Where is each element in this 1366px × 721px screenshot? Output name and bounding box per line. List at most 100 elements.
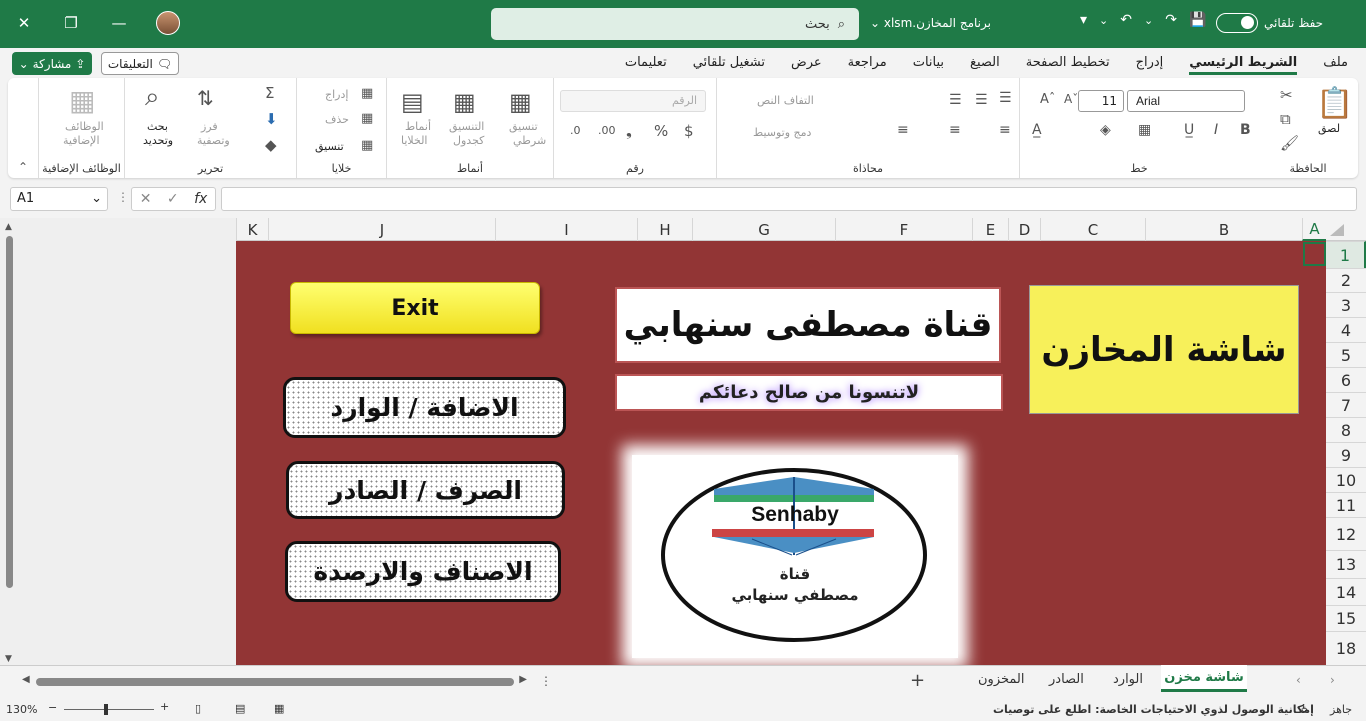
number-format-select[interactable]: الرقم	[560, 90, 706, 112]
comma-icon[interactable]: ❟	[626, 122, 632, 140]
currency-icon[interactable]: $	[684, 122, 694, 140]
autosum-icon[interactable]: Σ	[265, 84, 274, 102]
row-header-15[interactable]: 15	[1326, 605, 1366, 631]
copy-icon[interactable]: ⧉	[1280, 110, 1291, 128]
sort-filter-icon[interactable]: ⇅	[197, 86, 214, 110]
merge-center-button[interactable]: دمج وتوسيط	[753, 126, 811, 139]
more-options-icon[interactable]: ⋮	[540, 674, 552, 688]
undo-icon[interactable]: ↶	[1120, 12, 1132, 28]
row-header-1[interactable]: 1	[1326, 241, 1366, 268]
prev-sheet-icon[interactable]: ‹	[1296, 673, 1301, 687]
column-header-F[interactable]: F	[835, 218, 972, 241]
select-all-corner[interactable]	[1326, 218, 1366, 241]
column-header-I[interactable]: I	[495, 218, 637, 241]
add-sheet-icon[interactable]: +	[910, 670, 925, 691]
page-break-view-icon[interactable]: ▯	[195, 702, 201, 715]
borders-icon[interactable]: ▦	[1138, 122, 1151, 138]
find-icon[interactable]: ⌕	[145, 82, 160, 113]
cancel-icon[interactable]: ✕	[140, 191, 152, 207]
row-header-10[interactable]: 10	[1326, 467, 1366, 492]
tab-incoming[interactable]: الوارد	[1113, 672, 1143, 687]
name-box[interactable]: A1 ⌄	[10, 187, 108, 211]
insert-function-icon[interactable]: fx	[194, 191, 207, 207]
horizontal-scrollbar[interactable]: ◀ ▶	[22, 674, 527, 690]
italic-icon[interactable]: I	[1214, 122, 1218, 138]
exit-button[interactable]: Exit	[290, 282, 540, 334]
increase-decimal-icon[interactable]: .0	[570, 124, 581, 137]
close-icon[interactable]: ✕	[9, 8, 39, 38]
row-header-9[interactable]: 9	[1326, 442, 1366, 467]
tab-outgoing[interactable]: الصادر	[1049, 672, 1084, 687]
row-header-4[interactable]: 4	[1326, 317, 1366, 342]
addins-icon[interactable]: ▦	[69, 84, 95, 117]
save-icon[interactable]: 💾	[1189, 12, 1206, 28]
paste-icon[interactable]: 📋	[1316, 86, 1353, 121]
search-input[interactable]: بحث ⌕	[491, 8, 859, 40]
menu-tab-6[interactable]: مراجعة	[848, 55, 887, 75]
zoom-out-icon[interactable]: −	[48, 701, 57, 714]
autosave-toggle[interactable]	[1216, 13, 1258, 33]
addins-label[interactable]: الوظائف	[65, 120, 104, 133]
conditional-format-label[interactable]: تنسيق	[509, 120, 538, 133]
column-header-G[interactable]: G	[692, 218, 835, 241]
align-center-icon[interactable]: ≡	[949, 122, 961, 138]
menu-tab-3[interactable]: تخطيط الصفحة	[1026, 55, 1110, 75]
format-table-icon[interactable]: ▦	[453, 88, 476, 116]
fill-icon[interactable]: ⬇	[265, 110, 278, 128]
zoom-in-icon[interactable]: +	[160, 700, 169, 713]
format-painter-icon[interactable]: 🖌	[1280, 134, 1299, 152]
more-icon[interactable]: ⋮	[117, 190, 129, 204]
customize-qat-icon[interactable]: ▾	[1080, 12, 1087, 28]
paste-label[interactable]: لصق	[1318, 122, 1340, 135]
formula-input[interactable]	[221, 187, 1357, 211]
align-bottom-icon[interactable]: ☰	[999, 90, 1012, 106]
row-header-18[interactable]: 18	[1326, 631, 1366, 665]
column-header-H[interactable]: H	[637, 218, 692, 241]
redo-dropdown-icon[interactable]: ⌄	[1144, 14, 1153, 27]
tab-warehouse-screen[interactable]: شاشة مخزن	[1161, 665, 1247, 692]
wrap-text-button[interactable]: التفاف النص	[757, 94, 814, 107]
menu-tab-1[interactable]: الشريط الرئيسي	[1189, 55, 1298, 75]
align-top-icon[interactable]: ☰	[949, 92, 962, 108]
minimize-icon[interactable]: —	[104, 8, 134, 38]
menu-tab-2[interactable]: إدراج	[1136, 55, 1164, 75]
menu-tab-0[interactable]: ملف	[1323, 55, 1348, 75]
delete-cells-button[interactable]: حذف	[325, 113, 349, 126]
font-color-icon[interactable]: A̲	[1032, 122, 1042, 138]
clear-icon[interactable]: ◆	[265, 136, 277, 154]
sort-filter-label[interactable]: فرز	[201, 120, 218, 133]
enter-icon[interactable]: ✓	[167, 191, 179, 207]
row-header-8[interactable]: 8	[1326, 417, 1366, 442]
cell-styles-icon[interactable]: ▤	[401, 88, 424, 116]
redo-icon[interactable]: ↷	[1165, 12, 1177, 28]
items-balances-button[interactable]: الاصناف والارصدة	[285, 541, 561, 602]
add-incoming-button[interactable]: الاضافة / الوارد	[283, 377, 566, 438]
avatar[interactable]	[156, 11, 180, 35]
vertical-scrollbar[interactable]: ▲ ▼	[4, 222, 16, 664]
tab-inventory[interactable]: المخزون	[978, 672, 1024, 687]
percent-icon[interactable]: %	[654, 122, 668, 140]
row-header-13[interactable]: 13	[1326, 550, 1366, 578]
bold-icon[interactable]: B	[1240, 122, 1251, 138]
column-header-J[interactable]: J	[268, 218, 495, 241]
increase-font-icon[interactable]: Aˆ	[1040, 92, 1055, 107]
row-header-14[interactable]: 14	[1326, 578, 1366, 605]
font-name-select[interactable]: Arial	[1127, 90, 1245, 112]
insert-cells-button[interactable]: إدراج	[325, 88, 348, 101]
zoom-slider[interactable]	[64, 709, 154, 710]
align-left-icon[interactable]: ≡	[897, 122, 909, 138]
accessibility-status[interactable]: إمكانية الوصول لذوي الاحتياجات الخاصة: ا…	[993, 703, 1314, 716]
row-header-7[interactable]: 7	[1326, 392, 1366, 417]
find-label[interactable]: بحث	[147, 120, 168, 133]
undo-dropdown-icon[interactable]: ⌄	[1099, 14, 1108, 27]
decrease-font-icon[interactable]: Aˇ	[1064, 92, 1078, 106]
issue-outgoing-button[interactable]: الصرف / الصادر	[286, 461, 565, 519]
font-size-select[interactable]: 11	[1078, 90, 1124, 112]
menu-tab-7[interactable]: عرض	[791, 55, 822, 75]
row-header-12[interactable]: 12	[1326, 517, 1366, 550]
align-right-icon[interactable]: ≡	[999, 122, 1011, 138]
column-header-K[interactable]: K	[236, 218, 268, 241]
align-middle-icon[interactable]: ☰	[975, 92, 988, 108]
zoom-level[interactable]: 130%	[6, 703, 37, 716]
row-header-5[interactable]: 5	[1326, 342, 1366, 367]
